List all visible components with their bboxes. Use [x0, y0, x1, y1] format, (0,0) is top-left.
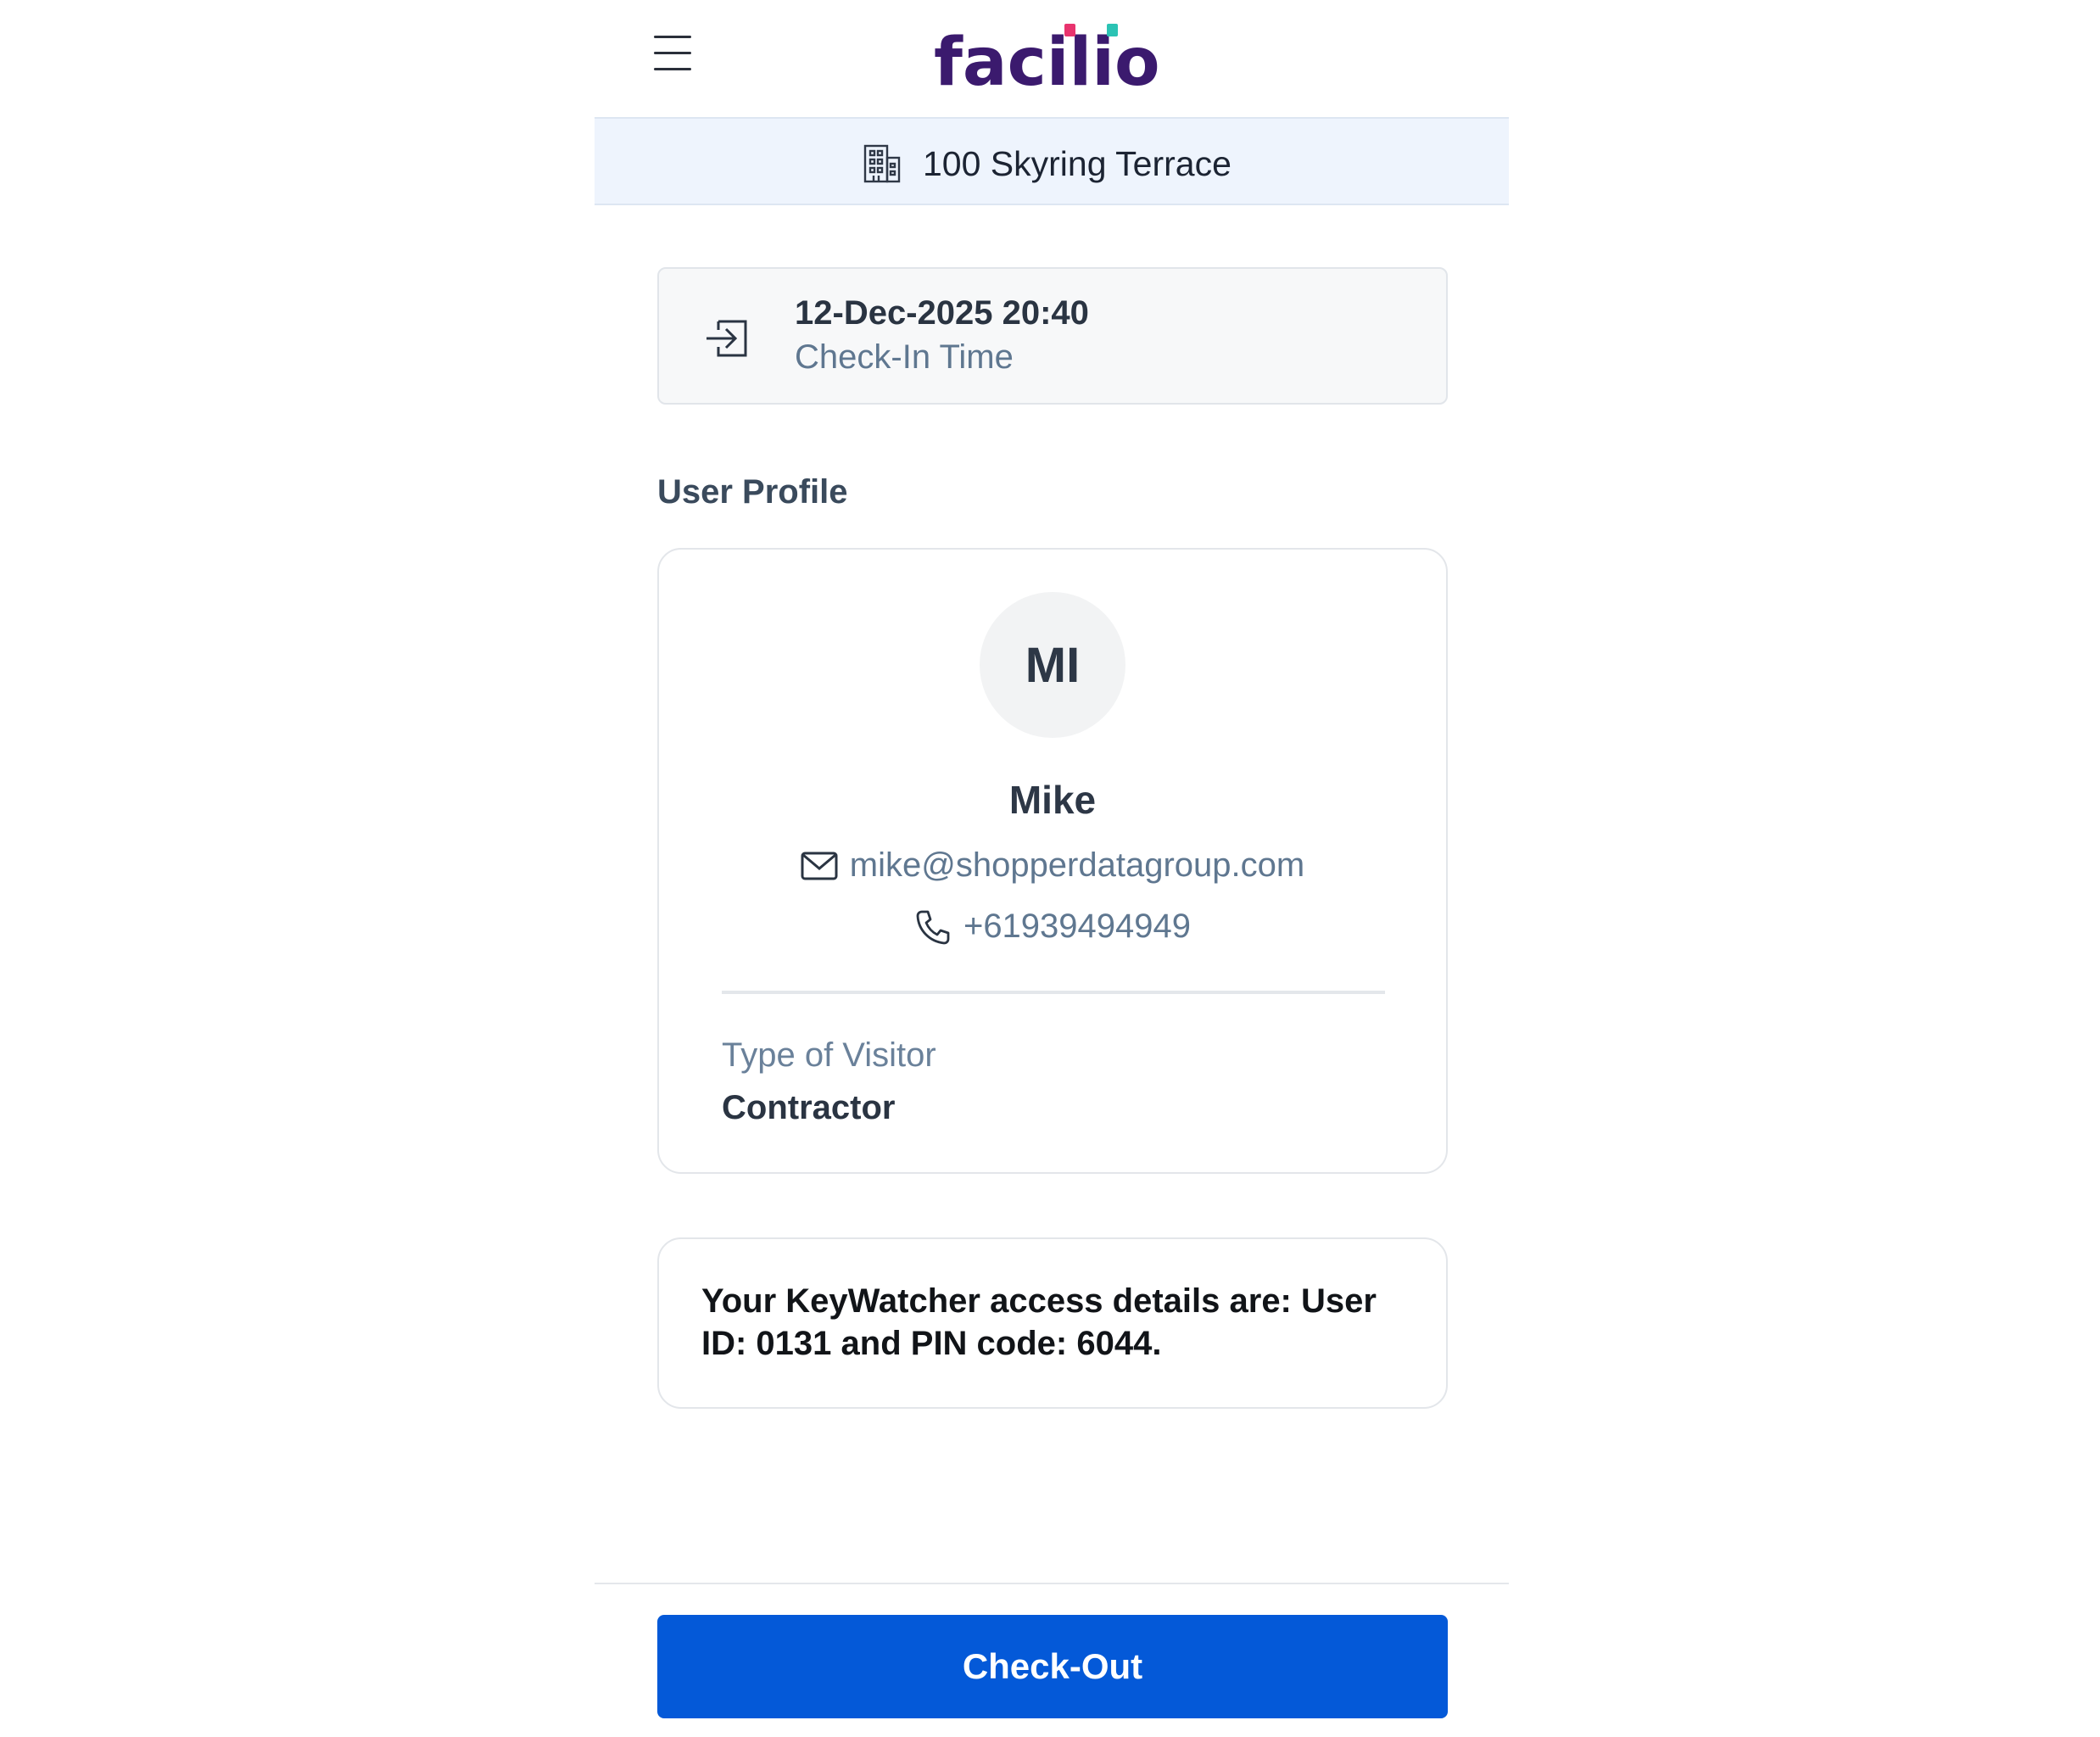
access-details-message: Your KeyWatcher access details are: User… — [701, 1282, 1377, 1362]
footer-divider — [595, 1583, 1509, 1584]
phone-row: +61939494949 — [659, 908, 1446, 946]
mail-icon — [801, 852, 838, 880]
user-name: Mike — [1008, 778, 1097, 822]
checkin-time-value: 12-Dec-2025 20:40 — [795, 294, 1089, 332]
user-email[interactable]: mike@shopperdatagroup.com — [850, 846, 1304, 885]
visitor-checkin-screen: facilio 100 Skyring Terrace 12-Dec-2025 … — [595, 0, 1509, 1737]
location-bar[interactable]: 100 Skyring Terrace — [595, 117, 1509, 205]
check-in-icon — [707, 320, 747, 357]
svg-text:facilio: facilio — [934, 25, 1160, 100]
hamburger-menu-icon[interactable] — [652, 34, 693, 73]
user-profile-card: MI Mike mike@shopperdatagroup.com +61939… — [657, 548, 1448, 1174]
email-row: mike@shopperdatagroup.com — [659, 846, 1446, 885]
divider — [722, 991, 1385, 994]
visitor-type-value: Contractor — [722, 1089, 896, 1126]
phone-icon — [916, 910, 950, 944]
location-selector[interactable]: 100 Skyring Terrace — [862, 141, 1232, 187]
checkin-time-card: 12-Dec-2025 20:40 Check-In Time — [657, 267, 1448, 405]
facilio-logo: facilio — [934, 24, 1160, 100]
visitor-type-label: Type of Visitor — [722, 1036, 936, 1074]
access-details-card: Your KeyWatcher access details are: User… — [657, 1237, 1448, 1409]
building-icon — [863, 144, 901, 183]
top-bar: facilio — [595, 0, 1509, 117]
user-profile-heading: User Profile — [657, 473, 848, 511]
checkin-time-label: Check-In Time — [795, 338, 1014, 376]
avatar: MI — [980, 592, 1125, 738]
user-phone[interactable]: +61939494949 — [963, 908, 1191, 946]
location-name: 100 Skyring Terrace — [923, 143, 1232, 183]
check-out-button[interactable]: Check-Out — [657, 1615, 1448, 1718]
